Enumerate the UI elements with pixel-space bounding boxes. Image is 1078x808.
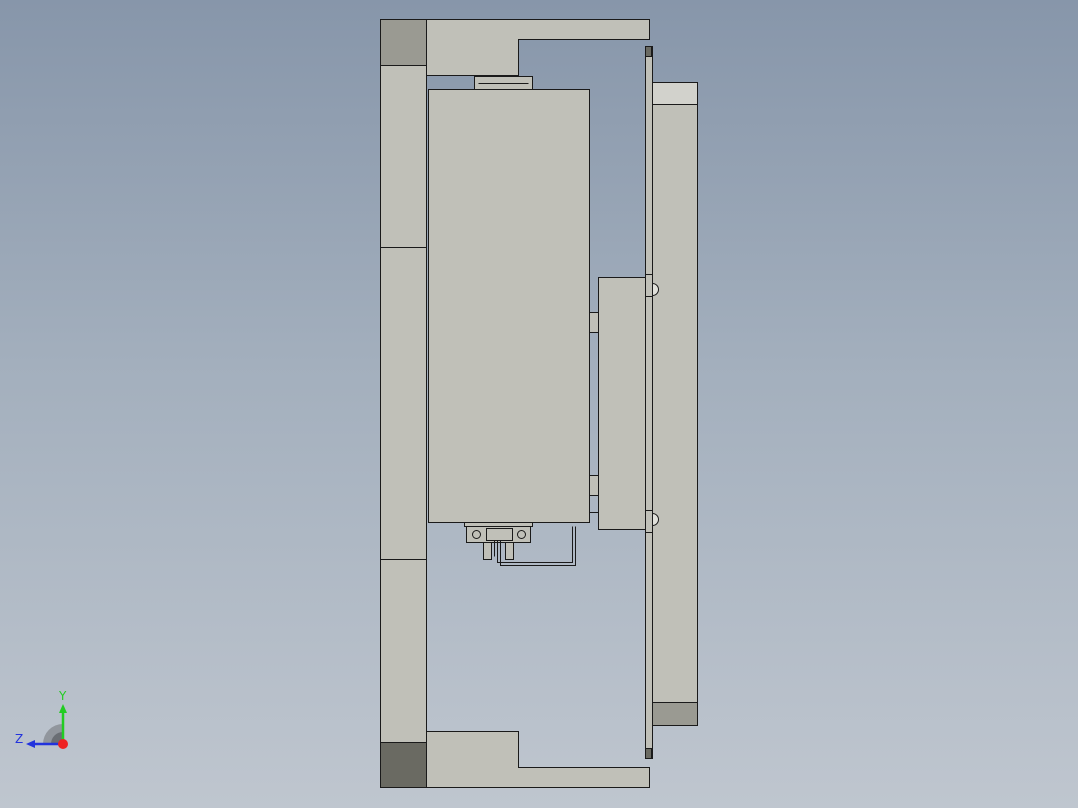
cad-model-side-view[interactable] [0,0,1078,808]
main-enclosure [428,89,590,523]
plate-tab-top [645,46,652,57]
side-module [598,277,646,530]
bottom-bracket [426,731,650,788]
top-bracket [426,19,650,76]
mounting-plate [645,46,653,759]
graphics-viewport[interactable]: Y Z [0,0,1078,808]
terminal-hole-right [517,530,526,539]
z-axis-arrow-icon [26,740,35,748]
terminal-hole-left [472,530,481,539]
frame-top-corner-dark [380,19,427,66]
fan-housing-top-ring [652,82,698,105]
fan-housing [652,82,698,726]
z-axis-label: Z [15,732,23,746]
y-axis-label: Y [58,689,67,703]
orientation-triad[interactable]: Y Z [10,684,80,754]
terminal-connector [486,528,513,541]
standoff-upper [589,312,599,333]
frame-bottom-corner-dark [380,742,427,788]
frame-left-column [380,19,427,788]
origin-icon [58,739,68,749]
fan-housing-bottom-ring [652,702,698,726]
terminal-base [464,522,533,527]
standoff-lower [589,475,599,496]
plate-tab-bottom [645,748,652,759]
terminal-pin-left [483,542,492,560]
y-axis-arrow-icon [59,704,67,713]
terminal-pin-right [505,542,514,560]
